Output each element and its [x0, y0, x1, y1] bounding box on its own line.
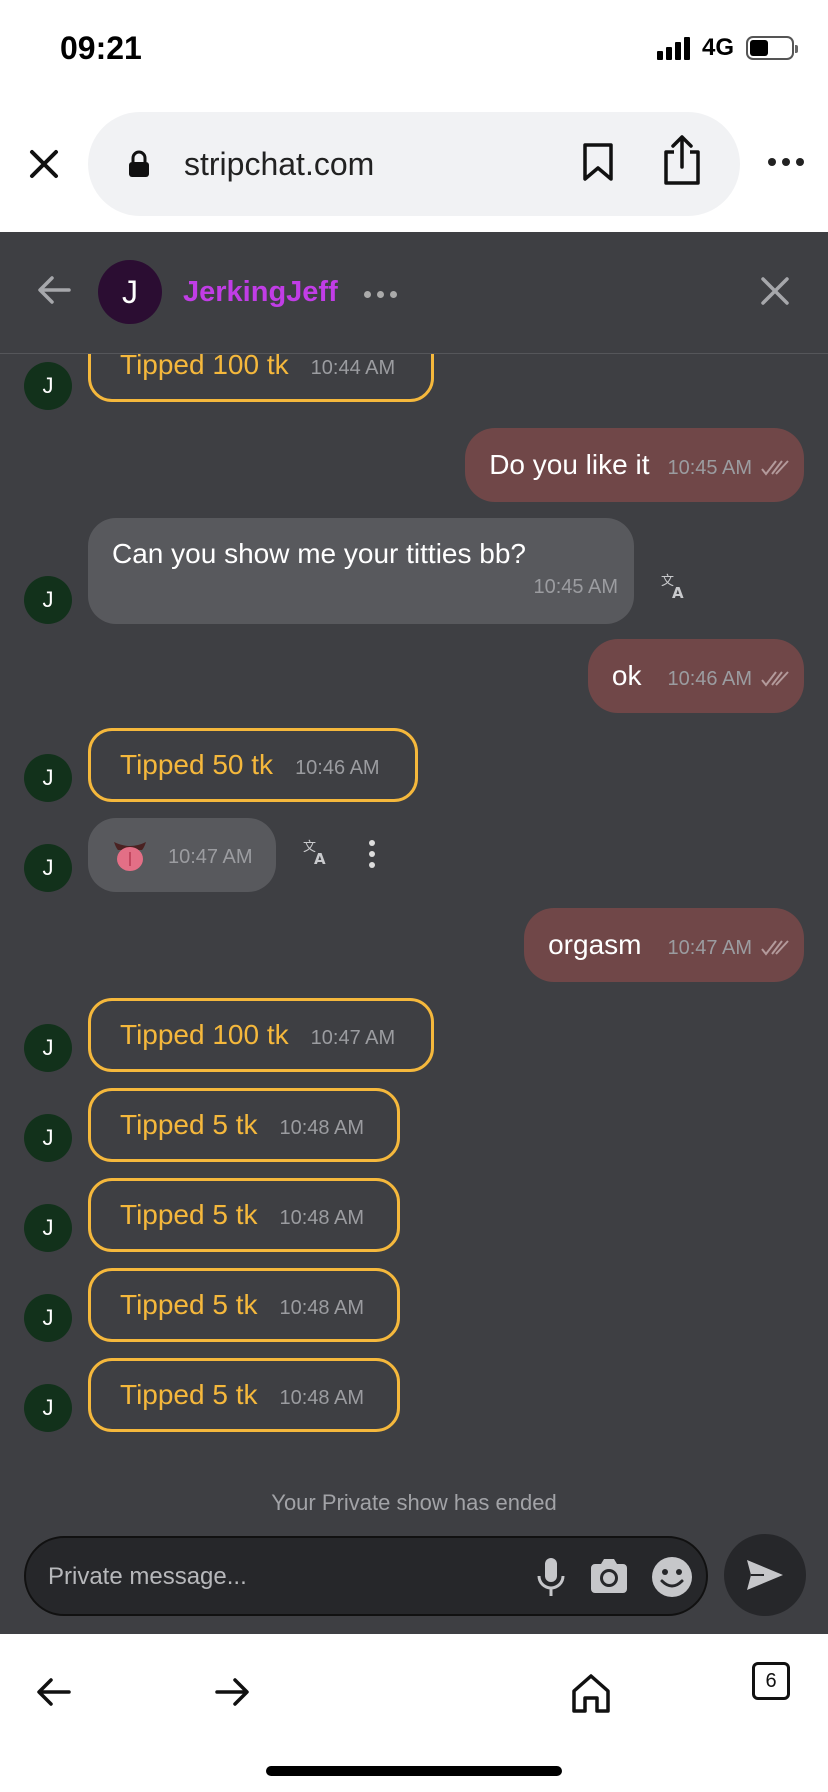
chat-options-icon[interactable]	[364, 291, 397, 298]
more-options-icon[interactable]	[768, 158, 804, 166]
signal-icon	[656, 36, 690, 60]
status-time: 09:21	[60, 30, 142, 66]
battery-icon	[746, 36, 798, 60]
send-icon	[747, 1560, 783, 1590]
sender-avatar: J	[24, 1114, 72, 1162]
translate-icon[interactable]: 文A	[302, 838, 330, 871]
read-ticks-icon	[761, 671, 789, 687]
sender-avatar: J	[24, 362, 72, 410]
avatar[interactable]: J	[98, 260, 162, 324]
read-ticks-icon	[761, 940, 789, 956]
tip-message: Tipped 5 tk 10:48 AM	[88, 1268, 400, 1342]
tongue-emoji-icon	[114, 842, 146, 871]
url-text: stripchat.com	[184, 146, 375, 182]
emoji-icon[interactable]	[651, 1556, 693, 1603]
username[interactable]: JerkingJeff	[183, 276, 338, 309]
incoming-message: 10:47 AM	[88, 818, 276, 892]
sender-avatar: J	[24, 1294, 72, 1342]
sender-avatar: J	[24, 576, 72, 624]
outgoing-message: orgasm 10:47 AM	[524, 908, 804, 982]
nav-back-icon[interactable]	[36, 1676, 72, 1713]
svg-text:A: A	[672, 584, 684, 600]
sender-avatar: J	[24, 754, 72, 802]
bookmark-icon[interactable]	[582, 142, 614, 187]
svg-text:A: A	[314, 850, 326, 866]
close-icon[interactable]	[22, 142, 66, 186]
tip-message: Tipped 5 tk 10:48 AM	[88, 1358, 400, 1432]
tabs-button[interactable]: 6	[752, 1662, 790, 1700]
outgoing-message: Do you like it 10:45 AM	[465, 428, 804, 502]
message-list[interactable]: J Tipped 100 tk 10:44 AM Do you like it …	[0, 354, 828, 1474]
message-options-icon[interactable]	[369, 840, 375, 868]
home-indicator	[266, 1766, 562, 1776]
message-composer	[24, 1536, 708, 1616]
chat-header: J JerkingJeff	[0, 232, 828, 354]
sender-avatar: J	[24, 844, 72, 892]
read-ticks-icon	[761, 460, 789, 476]
network-label: 4G	[701, 34, 734, 61]
home-icon[interactable]	[570, 1672, 612, 1719]
close-chat-icon[interactable]	[760, 276, 790, 311]
browser-toolbar: 6	[0, 1634, 828, 1792]
outgoing-message: ok 10:46 AM	[587, 639, 804, 713]
address-field[interactable]: stripchat.com	[88, 112, 740, 216]
message-input[interactable]	[48, 1558, 448, 1596]
sender-avatar: J	[24, 1204, 72, 1252]
tip-message: Tipped 100 tk 10:44 AM	[88, 354, 434, 402]
send-button[interactable]	[724, 1534, 806, 1616]
tip-message: Tipped 5 tk 10:48 AM	[88, 1088, 400, 1162]
show-ended-notice: Your Private show has ended	[271, 1490, 557, 1515]
nav-forward-icon[interactable]	[214, 1676, 250, 1713]
tip-message: Tipped 100 tk 10:47 AM	[88, 998, 434, 1072]
translate-icon[interactable]: 文A	[660, 572, 688, 605]
camera-icon[interactable]	[588, 1558, 630, 1599]
tip-message: Tipped 5 tk 10:48 AM	[88, 1178, 400, 1252]
incoming-message: Can you show me your titties bb? 10:45 A…	[88, 518, 634, 624]
tip-message: Tipped 50 tk 10:46 AM	[88, 728, 418, 802]
microphone-icon[interactable]	[536, 1556, 566, 1603]
share-icon[interactable]	[662, 134, 702, 191]
status-indicators: 4G	[656, 34, 798, 62]
lock-icon	[128, 150, 150, 183]
back-arrow-icon[interactable]	[36, 272, 72, 313]
sender-avatar: J	[24, 1384, 72, 1432]
sender-avatar: J	[24, 1024, 72, 1072]
browser-url-bar: stripchat.com	[0, 100, 828, 232]
status-bar: 09:21 4G	[0, 0, 828, 100]
